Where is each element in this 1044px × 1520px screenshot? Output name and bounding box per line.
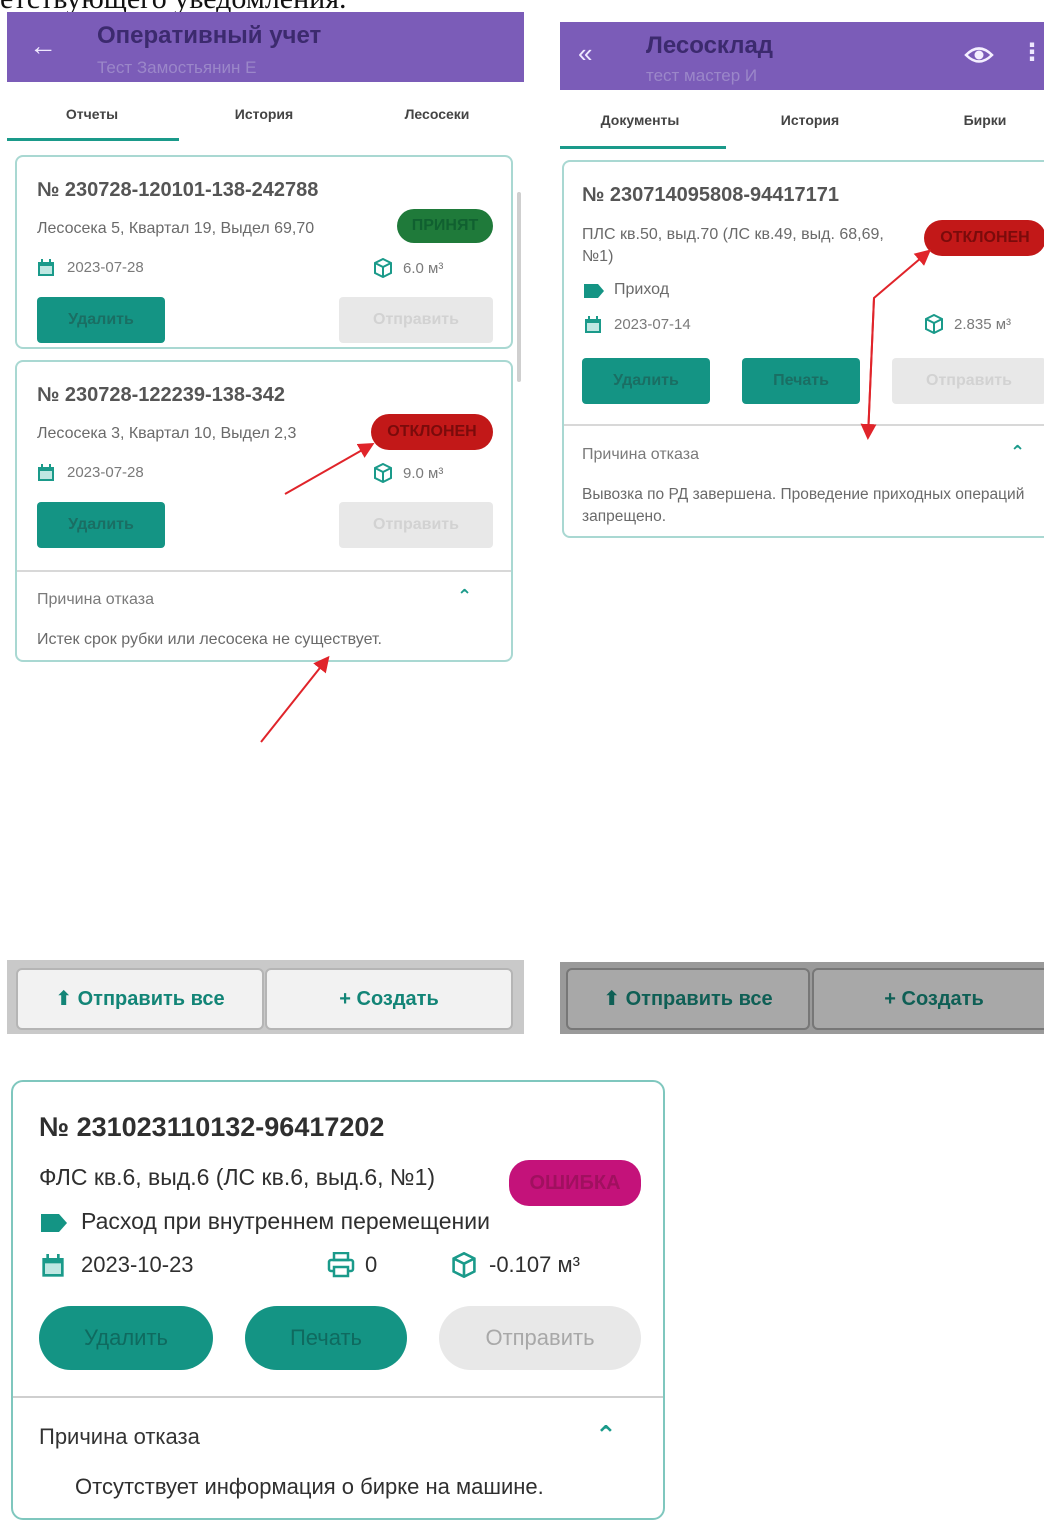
document-number: № 231023110132-96417202 [39, 1112, 385, 1142]
document-volume: -0.107 м³ [489, 1252, 580, 1277]
create-button[interactable]: + Создать [812, 968, 1044, 1030]
status-badge: ОШИБКА [509, 1160, 641, 1206]
send-all-button[interactable]: ⬆ Отправить все [566, 968, 810, 1030]
create-button[interactable]: + Создать [265, 968, 513, 1030]
upload-icon: ⬆ [55, 988, 73, 1010]
annotation-arrows [260, 443, 375, 743]
divider [13, 1396, 663, 1398]
plus-icon: + [339, 988, 351, 1010]
annotation-arrows [860, 249, 932, 440]
print-button[interactable]: Печать [245, 1306, 407, 1370]
create-label: Создать [901, 988, 984, 1010]
bottom-bar: ⬆ Отправить все + Создать [560, 962, 1044, 1034]
send-all-label: Отправить все [625, 988, 773, 1010]
chevron-up-icon[interactable]: ⌃ [595, 1420, 617, 1451]
create-label: Создать [356, 988, 439, 1010]
plus-icon: + [884, 988, 896, 1010]
document-place: ФЛС кв.6, выд.6 (ЛС кв.6, выд.6, №1) [39, 1164, 436, 1190]
print-count: 0 [365, 1252, 378, 1277]
bottom-bar: ⬆ Отправить все + Создать [7, 960, 524, 1034]
screen-timber-warehouse: « Лесосклад тест мастер И ⋮ Документы Ис… [560, 22, 1044, 1034]
document-card-zoomed[interactable]: № 231023110132-96417202 ФЛС кв.6, выд.6 … [11, 1080, 665, 1520]
send-button[interactable]: Отправить [439, 1306, 641, 1370]
rejection-reason-title: Причина отказа [39, 1424, 200, 1449]
cube-icon [452, 1252, 476, 1278]
send-all-label: Отправить все [77, 988, 225, 1010]
printer-icon [327, 1252, 355, 1278]
upload-icon: ⬆ [603, 988, 621, 1010]
rejection-reason-text: Отсутствует информация о бирке на машине… [75, 1474, 544, 1499]
delete-button[interactable]: Удалить [39, 1306, 213, 1370]
operation-type: Расход при внутреннем перемещении [81, 1208, 490, 1234]
calendar-icon [42, 1254, 64, 1277]
label-tag-icon [41, 1214, 67, 1232]
document-date: 2023-10-23 [81, 1252, 194, 1277]
screen-operational-accounting: ← Оперативный учет Тест Замостьянин Е От… [7, 12, 524, 1034]
send-all-button[interactable]: ⬆ Отправить все [16, 968, 264, 1030]
